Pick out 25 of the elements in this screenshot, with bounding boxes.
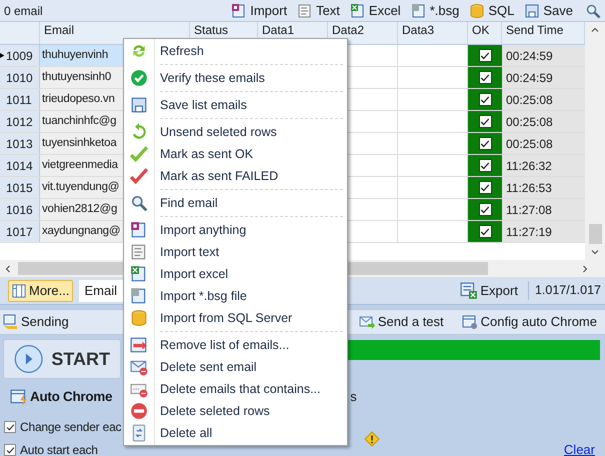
table-cell: 00:25:08 bbox=[502, 111, 585, 132]
table-cell: 00:25:08 bbox=[502, 133, 585, 154]
email-count: 0 email bbox=[4, 2, 43, 20]
table-cell: 11:27:08 bbox=[502, 199, 585, 220]
row-number: 1016 bbox=[6, 202, 33, 218]
row-number: 1012 bbox=[6, 114, 33, 130]
row-number: 1014 bbox=[6, 158, 33, 174]
row-number: 1013 bbox=[6, 136, 33, 152]
checkbox-label: Change sender eac bbox=[20, 419, 122, 436]
table-cell: 00:25:08 bbox=[502, 89, 585, 110]
checkbox-label: Auto start each bbox=[20, 442, 98, 456]
table-cell: 11:26:32 bbox=[502, 155, 585, 176]
row-number: 1011 bbox=[6, 92, 32, 108]
row-number: 1017 bbox=[6, 224, 33, 240]
section-title: Auto Chrome bbox=[30, 388, 112, 406]
table-cell: 00:24:59 bbox=[502, 67, 585, 88]
row-number: 1009 bbox=[6, 48, 33, 64]
table-cell: 11:26:53 bbox=[502, 177, 585, 198]
record-counter: 1.017/1.017 bbox=[528, 281, 605, 300]
table-cell: 11:27:19 bbox=[502, 221, 585, 242]
table-cell: 00:24:59 bbox=[502, 45, 585, 66]
row-number: 1010 bbox=[6, 70, 33, 86]
panel-title: Sending bbox=[21, 313, 69, 332]
row-number: 1015 bbox=[6, 180, 33, 196]
label-text: s bbox=[350, 388, 357, 406]
